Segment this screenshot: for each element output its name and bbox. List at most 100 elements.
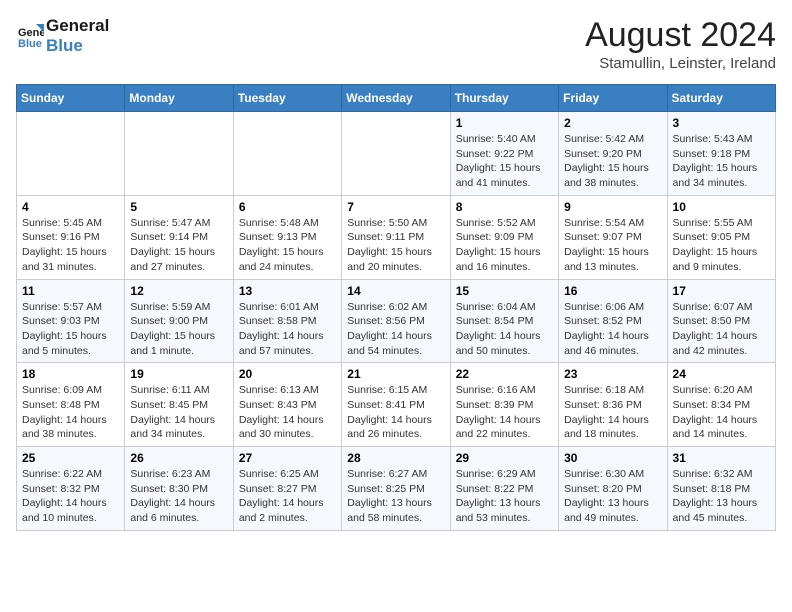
- day-info: Sunrise: 6:30 AMSunset: 8:20 PMDaylight:…: [564, 467, 661, 526]
- logo-line1: General: [46, 16, 109, 36]
- logo: General Blue General Blue: [16, 16, 109, 55]
- calendar-header: SundayMondayTuesdayWednesdayThursdayFrid…: [17, 85, 776, 112]
- calendar-cell: [342, 112, 450, 196]
- day-number: 1: [456, 116, 553, 130]
- header-row: SundayMondayTuesdayWednesdayThursdayFrid…: [17, 85, 776, 112]
- day-number: 25: [22, 451, 119, 465]
- day-info: Sunrise: 6:01 AMSunset: 8:58 PMDaylight:…: [239, 300, 336, 359]
- day-number: 9: [564, 200, 661, 214]
- calendar-cell: [125, 112, 233, 196]
- day-info: Sunrise: 6:20 AMSunset: 8:34 PMDaylight:…: [673, 383, 770, 442]
- day-number: 18: [22, 367, 119, 381]
- day-number: 4: [22, 200, 119, 214]
- day-number: 16: [564, 284, 661, 298]
- day-number: 11: [22, 284, 119, 298]
- day-info: Sunrise: 6:09 AMSunset: 8:48 PMDaylight:…: [22, 383, 119, 442]
- calendar-cell: 16 Sunrise: 6:06 AMSunset: 8:52 PMDayligh…: [559, 279, 667, 363]
- day-info: Sunrise: 6:07 AMSunset: 8:50 PMDaylight:…: [673, 300, 770, 359]
- calendar-cell: 27 Sunrise: 6:25 AMSunset: 8:27 PMDayligh…: [233, 447, 341, 531]
- day-info: Sunrise: 6:22 AMSunset: 8:32 PMDaylight:…: [22, 467, 119, 526]
- day-info: Sunrise: 6:15 AMSunset: 8:41 PMDaylight:…: [347, 383, 444, 442]
- subtitle: Stamullin, Leinster, Ireland: [585, 55, 776, 72]
- calendar-cell: 14 Sunrise: 6:02 AMSunset: 8:56 PMDayligh…: [342, 279, 450, 363]
- day-number: 2: [564, 116, 661, 130]
- day-info: Sunrise: 6:16 AMSunset: 8:39 PMDaylight:…: [456, 383, 553, 442]
- day-info: Sunrise: 6:23 AMSunset: 8:30 PMDaylight:…: [130, 467, 227, 526]
- logo-icon: General Blue: [16, 22, 44, 50]
- logo-line2: Blue: [46, 36, 109, 56]
- day-info: Sunrise: 5:52 AMSunset: 9:09 PMDaylight:…: [456, 216, 553, 275]
- day-info: Sunrise: 5:57 AMSunset: 9:03 PMDaylight:…: [22, 300, 119, 359]
- day-info: Sunrise: 6:29 AMSunset: 8:22 PMDaylight:…: [456, 467, 553, 526]
- day-number: 8: [456, 200, 553, 214]
- calendar-cell: 25 Sunrise: 6:22 AMSunset: 8:32 PMDayligh…: [17, 447, 125, 531]
- week-row-3: 11 Sunrise: 5:57 AMSunset: 9:03 PMDayligh…: [17, 279, 776, 363]
- calendar-cell: 29Sunrise: 6:29 AMSunset: 8:22 PMDayligh…: [450, 447, 558, 531]
- day-info: Sunrise: 6:02 AMSunset: 8:56 PMDaylight:…: [347, 300, 444, 359]
- day-info: Sunrise: 5:54 AMSunset: 9:07 PMDaylight:…: [564, 216, 661, 275]
- calendar-cell: 24 Sunrise: 6:20 AMSunset: 8:34 PMDayligh…: [667, 363, 775, 447]
- day-number: 10: [673, 200, 770, 214]
- day-number: 7: [347, 200, 444, 214]
- col-header-tuesday: Tuesday: [233, 85, 341, 112]
- day-info: Sunrise: 6:18 AMSunset: 8:36 PMDaylight:…: [564, 383, 661, 442]
- day-number: 20: [239, 367, 336, 381]
- day-number: 30: [564, 451, 661, 465]
- day-number: 22: [456, 367, 553, 381]
- calendar-cell: 3Sunrise: 5:43 AMSunset: 9:18 PMDaylight…: [667, 112, 775, 196]
- calendar-cell: 21 Sunrise: 6:15 AMSunset: 8:41 PMDayligh…: [342, 363, 450, 447]
- calendar-body: 1 Sunrise: 5:40 AMSunset: 9:22 PMDaylight…: [17, 112, 776, 531]
- col-header-wednesday: Wednesday: [342, 85, 450, 112]
- week-row-5: 25 Sunrise: 6:22 AMSunset: 8:32 PMDayligh…: [17, 447, 776, 531]
- day-number: 28: [347, 451, 444, 465]
- day-number: 21: [347, 367, 444, 381]
- day-info: Sunrise: 5:40 AMSunset: 9:22 PMDaylight:…: [456, 132, 553, 191]
- day-info: Sunrise: 6:32 AMSunset: 8:18 PMDaylight:…: [673, 467, 770, 526]
- day-number: 24: [673, 367, 770, 381]
- day-number: 13: [239, 284, 336, 298]
- calendar-cell: 28 Sunrise: 6:27 AMSunset: 8:25 PMDayligh…: [342, 447, 450, 531]
- day-number: 26: [130, 451, 227, 465]
- day-number: 14: [347, 284, 444, 298]
- day-number: 31: [673, 451, 770, 465]
- day-number: 23: [564, 367, 661, 381]
- week-row-4: 18 Sunrise: 6:09 AMSunset: 8:48 PMDayligh…: [17, 363, 776, 447]
- col-header-friday: Friday: [559, 85, 667, 112]
- day-info: Sunrise: 6:06 AMSunset: 8:52 PMDaylight:…: [564, 300, 661, 359]
- day-number: 12: [130, 284, 227, 298]
- day-number: 17: [673, 284, 770, 298]
- calendar-cell: 11 Sunrise: 5:57 AMSunset: 9:03 PMDayligh…: [17, 279, 125, 363]
- day-info: Sunrise: 6:11 AMSunset: 8:45 PMDaylight:…: [130, 383, 227, 442]
- calendar-cell: 23 Sunrise: 6:18 AMSunset: 8:36 PMDayligh…: [559, 363, 667, 447]
- calendar-cell: 1 Sunrise: 5:40 AMSunset: 9:22 PMDaylight…: [450, 112, 558, 196]
- calendar-cell: 13 Sunrise: 6:01 AMSunset: 8:58 PMDayligh…: [233, 279, 341, 363]
- day-info: Sunrise: 6:13 AMSunset: 8:43 PMDaylight:…: [239, 383, 336, 442]
- calendar-cell: 4Sunrise: 5:45 AMSunset: 9:16 PMDaylight…: [17, 195, 125, 279]
- calendar-cell: [17, 112, 125, 196]
- col-header-sunday: Sunday: [17, 85, 125, 112]
- calendar-cell: 18 Sunrise: 6:09 AMSunset: 8:48 PMDayligh…: [17, 363, 125, 447]
- day-info: Sunrise: 5:50 AMSunset: 9:11 PMDaylight:…: [347, 216, 444, 275]
- calendar-table: SundayMondayTuesdayWednesdayThursdayFrid…: [16, 84, 776, 531]
- day-info: Sunrise: 6:25 AMSunset: 8:27 PMDaylight:…: [239, 467, 336, 526]
- week-row-1: 1 Sunrise: 5:40 AMSunset: 9:22 PMDaylight…: [17, 112, 776, 196]
- calendar-cell: 9 Sunrise: 5:54 AMSunset: 9:07 PMDaylight…: [559, 195, 667, 279]
- day-number: 3: [673, 116, 770, 130]
- day-number: 27: [239, 451, 336, 465]
- day-info: Sunrise: 5:59 AMSunset: 9:00 PMDaylight:…: [130, 300, 227, 359]
- day-info: Sunrise: 5:47 AMSunset: 9:14 PMDaylight:…: [130, 216, 227, 275]
- calendar-cell: 6 Sunrise: 5:48 AMSunset: 9:13 PMDaylight…: [233, 195, 341, 279]
- calendar-cell: 22 Sunrise: 6:16 AMSunset: 8:39 PMDayligh…: [450, 363, 558, 447]
- day-info: Sunrise: 5:48 AMSunset: 9:13 PMDaylight:…: [239, 216, 336, 275]
- day-number: 15: [456, 284, 553, 298]
- week-row-2: 4Sunrise: 5:45 AMSunset: 9:16 PMDaylight…: [17, 195, 776, 279]
- calendar-cell: 10Sunrise: 5:55 AMSunset: 9:05 PMDayligh…: [667, 195, 775, 279]
- day-number: 5: [130, 200, 227, 214]
- col-header-saturday: Saturday: [667, 85, 775, 112]
- day-number: 6: [239, 200, 336, 214]
- svg-text:Blue: Blue: [18, 38, 42, 50]
- day-info: Sunrise: 5:42 AMSunset: 9:20 PMDaylight:…: [564, 132, 661, 191]
- calendar-cell: 2 Sunrise: 5:42 AMSunset: 9:20 PMDaylight…: [559, 112, 667, 196]
- calendar-cell: 19Sunrise: 6:11 AMSunset: 8:45 PMDayligh…: [125, 363, 233, 447]
- day-info: Sunrise: 6:27 AMSunset: 8:25 PMDaylight:…: [347, 467, 444, 526]
